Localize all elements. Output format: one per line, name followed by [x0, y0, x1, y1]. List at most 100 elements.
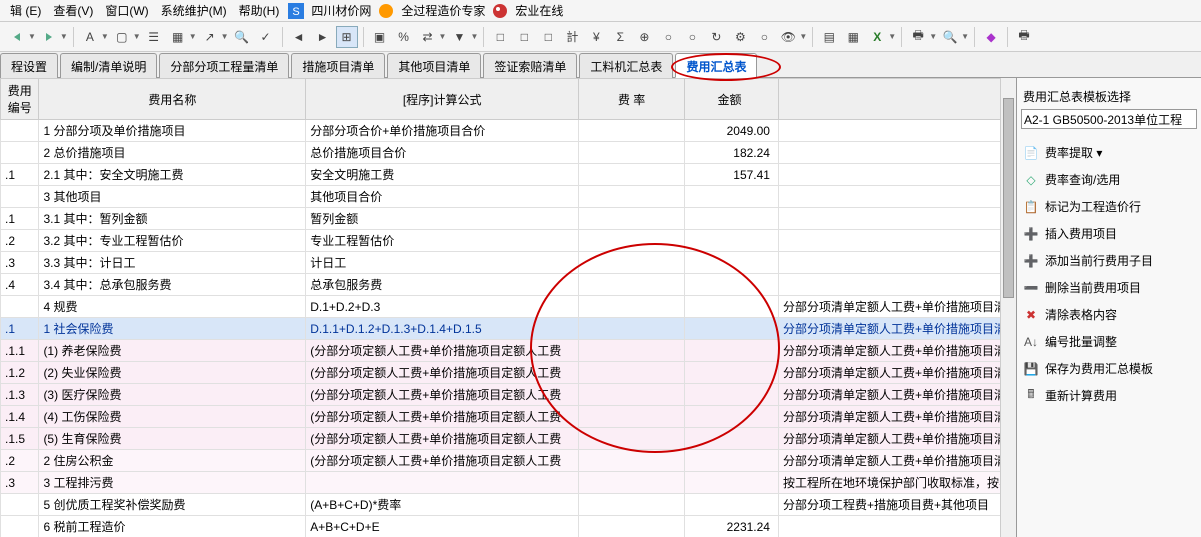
cell-amount[interactable]: [685, 428, 779, 450]
cell-id[interactable]: .1: [1, 164, 39, 186]
cell-extra[interactable]: 分部分项清单定额人工费+单价措施项目清: [778, 450, 1015, 472]
grid-container[interactable]: 费用编号 费用名称 [程序]计算公式 费 率 金额 1 分部分项及单价措施项目分…: [0, 78, 1016, 537]
table-row[interactable]: 5 创优质工程奖补偿奖励费(A+B+C+D)*费率分部分项工程费+措施项目费+其…: [1, 494, 1016, 516]
list-button[interactable]: ☰: [143, 26, 165, 48]
tab-settings[interactable]: 程设置: [0, 53, 58, 78]
cell-id[interactable]: .1: [1, 208, 39, 230]
cell-id[interactable]: [1, 296, 39, 318]
cell-rate[interactable]: [579, 186, 685, 208]
circle2-button[interactable]: ○: [681, 26, 703, 48]
cell-amount[interactable]: [685, 406, 779, 428]
cell-amount[interactable]: [685, 296, 779, 318]
cell-formula[interactable]: 暂列金额: [306, 208, 579, 230]
cell-amount[interactable]: [685, 340, 779, 362]
menu-help[interactable]: 帮助(H): [233, 0, 286, 21]
cell-rate[interactable]: [579, 494, 685, 516]
cell-formula[interactable]: A+B+C+D+E: [306, 516, 579, 537]
cell-formula[interactable]: (分部分项定额人工费+单价措施项目定额人工费: [306, 340, 579, 362]
cell-amount[interactable]: [685, 384, 779, 406]
app-label-2[interactable]: 全过程造价专家: [397, 2, 489, 19]
table-row[interactable]: .33.3 其中：计日工计日工: [1, 252, 1016, 274]
cell-rate[interactable]: [579, 164, 685, 186]
cell-formula[interactable]: (分部分项定额人工费+单价措施项目定额人工费: [306, 428, 579, 450]
cell-formula[interactable]: D.1+D.2+D.3: [306, 296, 579, 318]
cell-rate[interactable]: [579, 340, 685, 362]
link-button[interactable]: ⊕: [633, 26, 655, 48]
menu-window[interactable]: 窗口(W): [99, 0, 154, 21]
cell-name[interactable]: 3.1 其中：暂列金额: [39, 208, 306, 230]
report-button[interactable]: ▤: [818, 26, 840, 48]
cell-formula[interactable]: 总承包服务费: [306, 274, 579, 296]
cell-name[interactable]: (5) 生育保险费: [39, 428, 306, 450]
cell-id[interactable]: [1, 516, 39, 537]
app-icon-1[interactable]: S: [288, 3, 304, 19]
sidebar-action-5[interactable]: ➖删除当前费用项目: [1021, 274, 1197, 301]
tab-itemized[interactable]: 分部分项工程量清单: [159, 53, 289, 78]
table-row[interactable]: .12.1 其中：安全文明施工费安全文明施工费157.41: [1, 164, 1016, 186]
cell-name[interactable]: 4 规费: [39, 296, 306, 318]
cell-id[interactable]: .1.3: [1, 384, 39, 406]
table-row[interactable]: .23.2 其中：专业工程暂估价专业工程暂估价: [1, 230, 1016, 252]
cell-formula[interactable]: 安全文明施工费: [306, 164, 579, 186]
cell-rate[interactable]: [579, 516, 685, 537]
vertical-scrollbar[interactable]: [1000, 78, 1016, 537]
cell-amount[interactable]: 2049.00: [685, 120, 779, 142]
calc2-button[interactable]: 計: [561, 26, 583, 48]
table-row[interactable]: .33 工程排污费按工程所在地环境保护部门收取标准，按实: [1, 472, 1016, 494]
cell-amount[interactable]: [685, 472, 779, 494]
box3-button[interactable]: □: [537, 26, 559, 48]
export-excel-button[interactable]: X: [866, 26, 888, 48]
cell-extra[interactable]: 按工程所在地环境保护部门收取标准，按实: [778, 472, 1015, 494]
grid-button[interactable]: ▦: [167, 26, 189, 48]
cell-amount[interactable]: [685, 208, 779, 230]
cell-id[interactable]: .1.4: [1, 406, 39, 428]
cell-extra[interactable]: 分部分项工程费+措施项目费+其他项目: [778, 494, 1015, 516]
cell-formula[interactable]: 专业工程暂估价: [306, 230, 579, 252]
table-row[interactable]: .1.5(5) 生育保险费(分部分项定额人工费+单价措施项目定额人工费分部分项清…: [1, 428, 1016, 450]
cell-id[interactable]: [1, 142, 39, 164]
preview-button[interactable]: 🔍: [939, 26, 961, 48]
tab-claim[interactable]: 签证索赔清单: [483, 53, 577, 78]
scroll-thumb[interactable]: [1003, 98, 1014, 298]
table-row[interactable]: 6 税前工程造价A+B+C+D+E2231.24: [1, 516, 1016, 537]
cell-id[interactable]: [1, 494, 39, 516]
sidebar-action-1[interactable]: ◇费率查询/选用: [1021, 166, 1197, 193]
table-row[interactable]: .1.3(3) 医疗保险费(分部分项定额人工费+单价措施项目定额人工费分部分项清…: [1, 384, 1016, 406]
table-row[interactable]: .1.4(4) 工伤保险费(分部分项定额人工费+单价措施项目定额人工费分部分项清…: [1, 406, 1016, 428]
menu-view[interactable]: 查看(V): [47, 0, 99, 21]
cell-amount[interactable]: [685, 494, 779, 516]
sidebar-action-9[interactable]: 🖩重新计算费用: [1021, 382, 1197, 409]
cell-name[interactable]: (2) 失业保险费: [39, 362, 306, 384]
tab-other[interactable]: 其他项目清单: [387, 53, 481, 78]
cell-extra[interactable]: [778, 208, 1015, 230]
sidebar-action-4[interactable]: ➕添加当前行费用子目: [1021, 247, 1197, 274]
cell-formula[interactable]: (A+B+C+D)*费率: [306, 494, 579, 516]
table-button[interactable]: ▦: [842, 26, 864, 48]
table-row[interactable]: .22 住房公积金(分部分项定额人工费+单价措施项目定额人工费分部分项清单定额人…: [1, 450, 1016, 472]
circle1-button[interactable]: ○: [657, 26, 679, 48]
tab-material[interactable]: 工料机汇总表: [579, 53, 673, 78]
cell-extra[interactable]: [778, 164, 1015, 186]
eye-button[interactable]: 👁: [777, 26, 799, 48]
arrow-button[interactable]: ↗: [199, 26, 221, 48]
template-select[interactable]: [1021, 109, 1197, 129]
cell-name[interactable]: 3 工程排污费: [39, 472, 306, 494]
table-row[interactable]: 3 其他项目其他项目合价: [1, 186, 1016, 208]
cell-amount[interactable]: [685, 230, 779, 252]
cell-name[interactable]: (4) 工伤保险费: [39, 406, 306, 428]
cell-formula[interactable]: (分部分项定额人工费+单价措施项目定额人工费: [306, 384, 579, 406]
sidebar-action-2[interactable]: 📋标记为工程造价行: [1021, 193, 1197, 220]
search-button[interactable]: 🔍: [231, 26, 253, 48]
table-row[interactable]: .1.1(1) 养老保险费(分部分项定额人工费+单价措施项目定额人工费分部分项清…: [1, 340, 1016, 362]
yen-button[interactable]: ¥: [585, 26, 607, 48]
cell-extra[interactable]: 分部分项清单定额人工费+单价措施项目清: [778, 340, 1015, 362]
cell-amount[interactable]: [685, 362, 779, 384]
cell-amount[interactable]: [685, 450, 779, 472]
cell-rate[interactable]: [579, 450, 685, 472]
cell-amount[interactable]: 157.41: [685, 164, 779, 186]
header-id[interactable]: 费用编号: [1, 79, 39, 120]
undo-button[interactable]: [6, 26, 28, 48]
app-label-3[interactable]: 宏业在线: [511, 2, 567, 19]
printer2-button[interactable]: 🖶: [1013, 26, 1035, 48]
cell-amount[interactable]: [685, 274, 779, 296]
